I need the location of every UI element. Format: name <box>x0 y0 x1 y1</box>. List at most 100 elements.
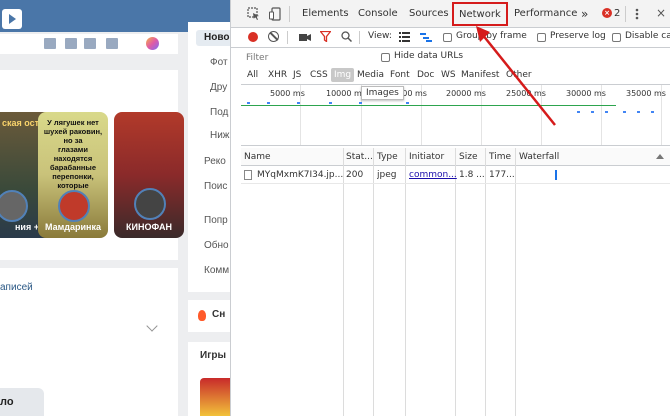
story-name: Мамдаринка <box>45 222 101 232</box>
vk-play-icon[interactable] <box>2 9 22 29</box>
menu-item[interactable]: Под <box>210 107 228 118</box>
type-filter-all[interactable]: All <box>244 68 261 82</box>
waterfall-overview-icon[interactable] <box>420 32 432 42</box>
type-filter-xhr[interactable]: XHR <box>265 68 290 82</box>
fire-icon <box>198 310 206 321</box>
menu-item[interactable]: Комм <box>204 265 229 276</box>
overview-tick: 10000 ms <box>326 89 366 98</box>
tab-elements[interactable]: Elements <box>302 0 349 27</box>
column-waterfall[interactable]: Waterfall <box>519 148 559 165</box>
search-icon[interactable] <box>341 31 352 42</box>
menu-item[interactable]: Дру <box>210 82 227 93</box>
column-divider[interactable] <box>485 148 486 416</box>
type-filter-img[interactable]: Img <box>331 68 355 82</box>
column-time[interactable]: Time <box>489 148 511 165</box>
overview-request-mark <box>297 102 300 104</box>
menu-item[interactable]: Поис <box>204 181 227 192</box>
type-filter-media[interactable]: Media <box>354 68 387 82</box>
hide-data-urls-checkbox[interactable] <box>381 53 390 62</box>
menu-item[interactable]: Обно <box>204 240 229 251</box>
music-icon[interactable] <box>84 38 96 49</box>
menu-item[interactable]: Попр <box>204 215 228 226</box>
group-by-frame-checkbox[interactable] <box>443 33 452 42</box>
type-filter-doc[interactable]: Doc <box>414 68 437 82</box>
column-divider[interactable] <box>373 148 374 416</box>
devtools-tabbar: Elements Console Sources Network Perform… <box>231 0 670 28</box>
overview-tick: 30000 ms <box>566 89 606 98</box>
overview-request-mark <box>267 102 270 104</box>
overview-request-mark <box>359 102 362 104</box>
record-icon[interactable] <box>248 32 258 42</box>
bottom-label[interactable]: ло <box>0 388 44 416</box>
overview-request-mark <box>329 102 332 104</box>
error-icon[interactable]: × <box>602 8 612 18</box>
inspect-element-icon[interactable] <box>247 7 261 21</box>
overview-request-mark <box>577 111 580 113</box>
separator <box>287 31 288 44</box>
overview-request-mark <box>605 111 608 113</box>
story-avatar <box>0 190 28 222</box>
camera-icon[interactable] <box>44 38 56 49</box>
disable-cache-checkbox[interactable] <box>612 33 621 42</box>
story-card[interactable]: КИНОФАН <box>114 112 184 238</box>
menu-item[interactable]: Ниж <box>210 130 230 141</box>
hide-data-urls-label[interactable]: Hide data URLs <box>394 51 463 61</box>
tab-sources[interactable]: Sources <box>409 0 449 27</box>
overview-tick: 35000 ms <box>626 89 666 98</box>
column-divider[interactable] <box>515 148 516 416</box>
cell-initiator[interactable]: common... <box>409 166 457 183</box>
story-caption: У лягушек нет шухей раковин, но за глаза… <box>43 118 103 190</box>
column-type[interactable]: Type <box>377 148 398 165</box>
list-icon[interactable] <box>106 38 118 49</box>
vk-games-card: Игры <box>188 342 230 416</box>
network-overview[interactable]: 5000 ms 10000 ms 15000 ms 20000 ms 25000… <box>241 84 670 146</box>
close-icon[interactable]: × <box>656 6 666 20</box>
file-icon <box>244 170 252 180</box>
cell-name[interactable]: MYqMxmK7I34.jp... <box>257 166 343 183</box>
sn-label[interactable]: Сн <box>212 309 225 320</box>
column-divider[interactable] <box>405 148 406 416</box>
annotation-arrow <box>476 26 556 126</box>
type-filter-ws[interactable]: WS <box>438 68 459 82</box>
color-wheel-icon[interactable] <box>146 37 159 50</box>
overview-request-mark <box>247 102 250 104</box>
clear-icon[interactable] <box>268 31 279 42</box>
games-label[interactable]: Игры <box>200 350 226 361</box>
overview-request-mark <box>651 111 654 113</box>
cell-size: 1.8 ... <box>459 170 485 180</box>
type-tooltip: Images <box>361 86 404 100</box>
screenshot-camera-icon[interactable] <box>299 32 311 42</box>
waterfall-bar <box>555 170 557 180</box>
vk-post-toolbar <box>0 34 178 54</box>
more-tabs-button[interactable]: » <box>581 0 588 27</box>
tab-console[interactable]: Console <box>358 0 398 27</box>
menu-item-news[interactable]: Ново <box>204 32 229 43</box>
sort-up-icon[interactable] <box>656 154 664 159</box>
posts-label[interactable]: аписей <box>0 282 33 293</box>
view-label: View: <box>368 31 392 41</box>
filter-input[interactable] <box>243 50 375 66</box>
story-card[interactable]: У лягушек нет шухей раковин, но за глаза… <box>38 112 108 238</box>
column-divider[interactable] <box>455 148 456 416</box>
menu-item[interactable]: Реко <box>204 156 226 167</box>
device-toolbar-icon[interactable] <box>269 7 281 21</box>
disable-cache-label[interactable]: Disable cac <box>625 31 670 41</box>
type-filter-js[interactable]: JS <box>290 68 304 82</box>
error-count[interactable]: 2 <box>614 0 620 27</box>
table-row[interactable]: MYqMxmK7I34.jp... 200 jpeg common... 1.8… <box>241 166 670 184</box>
column-size[interactable]: Size <box>459 148 477 165</box>
filter-funnel-icon[interactable] <box>320 31 331 42</box>
video-icon[interactable] <box>65 38 77 49</box>
separator <box>359 31 360 44</box>
kebab-menu-icon[interactable] <box>635 8 639 20</box>
column-initiator[interactable]: Initiator <box>409 148 444 165</box>
game-thumbnail[interactable] <box>200 378 230 416</box>
type-filter-font[interactable]: Font <box>387 68 413 82</box>
type-filter-css[interactable]: CSS <box>307 68 331 82</box>
large-rows-icon[interactable] <box>399 32 410 42</box>
column-name[interactable]: Name <box>244 148 271 165</box>
devtools-panel: Elements Console Sources Network Perform… <box>230 0 670 416</box>
column-divider[interactable] <box>343 148 344 416</box>
menu-item[interactable]: Фот <box>210 57 228 68</box>
column-status[interactable]: Stat... <box>346 148 373 165</box>
